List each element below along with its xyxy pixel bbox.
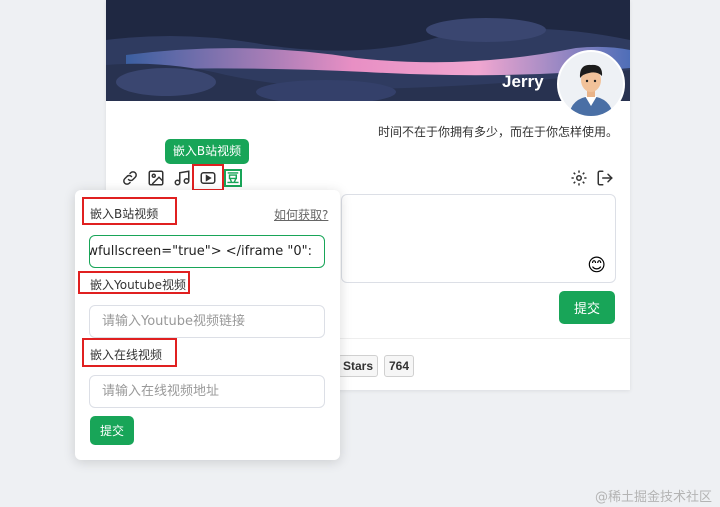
username: Jerry (502, 72, 544, 91)
popup-submit-button[interactable]: 提交 (90, 416, 134, 445)
logout-icon[interactable] (595, 168, 615, 188)
link-icon[interactable] (120, 168, 140, 188)
memo-textarea[interactable]: 😊 (341, 194, 616, 283)
how-to-get-link[interactable]: 如何获取? (274, 206, 328, 223)
user-motto: 时间不在于你拥有多少，而在于你怎样使用。 (377, 125, 618, 139)
landscape-illustration (106, 0, 630, 101)
stars-count-badge[interactable]: 764 (384, 355, 415, 377)
watermark: @稀土掘金技术社区 (594, 490, 712, 505)
embed-video-popup: 嵌入B站视频 如何获取? :"0" allowfullscreen="true"… (75, 190, 340, 460)
avatar[interactable] (557, 50, 625, 118)
stars-badge-label[interactable]: Stars (338, 355, 379, 377)
online-video-label-highlight (82, 338, 177, 367)
bilibili-label-highlight (82, 197, 177, 225)
youtube-link-input[interactable]: 请输入Youtube视频链接 (89, 305, 325, 338)
bilibili-embed-input[interactable]: :"0" allowfullscreen="true"> </iframe> (89, 235, 325, 268)
music-icon[interactable] (172, 168, 192, 188)
image-icon[interactable] (146, 168, 166, 188)
emoji-picker-icon[interactable]: 😊 (587, 255, 606, 276)
douban-glyph: 豆 (224, 169, 242, 187)
douban-icon[interactable]: 豆 (223, 168, 243, 188)
avatar-illustration (559, 52, 623, 116)
profile-banner: Jerry (106, 0, 630, 101)
video-icon-highlight (192, 164, 224, 191)
gear-icon[interactable] (569, 168, 589, 188)
online-video-input[interactable]: 请输入在线视频地址 (89, 375, 325, 408)
youtube-label-highlight (78, 271, 190, 294)
submit-memo-button[interactable]: 提交 (559, 291, 615, 324)
embed-bilibili-tooltip: 嵌入B站视频 (165, 139, 249, 164)
